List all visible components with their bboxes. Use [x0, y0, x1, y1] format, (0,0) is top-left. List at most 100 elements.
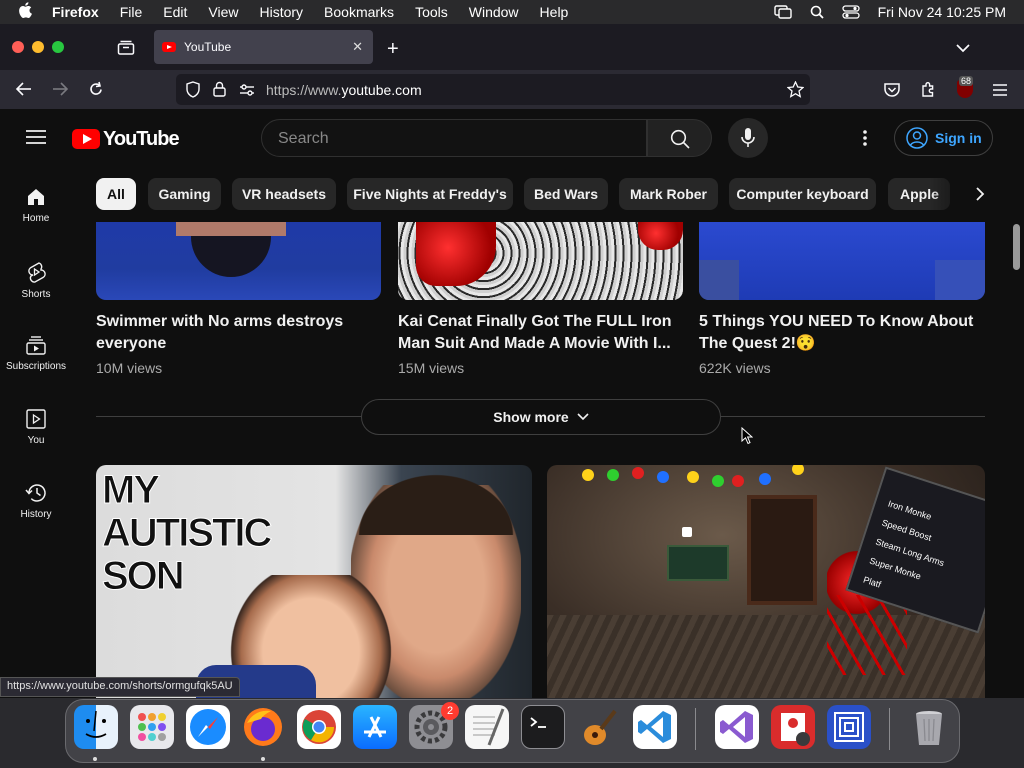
- menu-edit[interactable]: Edit: [163, 4, 187, 20]
- sidebar-item-subscriptions[interactable]: Subscriptions: [0, 335, 72, 372]
- dock-textedit-icon[interactable]: [465, 705, 509, 749]
- video-thumbnail[interactable]: Iron Monke Speed Boost Steam Long Arms S…: [547, 465, 985, 699]
- video-thumbnail[interactable]: MY AUTISTIC SON: [96, 465, 532, 699]
- dock-visual-studio-icon[interactable]: [715, 705, 759, 749]
- dock-chrome-icon[interactable]: [297, 705, 341, 749]
- dock-vscode-icon[interactable]: [633, 705, 677, 749]
- menu-file[interactable]: File: [120, 4, 143, 20]
- dock-launchpad-icon[interactable]: [130, 705, 174, 749]
- sidebar-item-history[interactable]: History: [0, 483, 72, 520]
- search-placeholder: Search: [278, 130, 329, 147]
- dock-app-store-icon[interactable]: [353, 705, 397, 749]
- dock-preview-icon[interactable]: [827, 705, 871, 749]
- tab-title: YouTube: [184, 40, 232, 54]
- mouse-cursor-icon: [741, 426, 754, 450]
- control-center-icon[interactable]: [841, 5, 860, 19]
- chip-five-nights[interactable]: Five Nights at Freddy's: [347, 178, 513, 210]
- chip-mark-rober[interactable]: Mark Rober: [619, 178, 718, 210]
- search-box[interactable]: Search: [261, 119, 647, 157]
- video-title[interactable]: Kai Cenat Finally Got The FULL Iron Man …: [398, 311, 672, 355]
- shorts-icon: [28, 262, 46, 283]
- video-thumbnail[interactable]: [96, 222, 381, 300]
- menu-tools[interactable]: Tools: [415, 4, 448, 20]
- tab-youtube[interactable]: YouTube ✕: [154, 30, 373, 64]
- dock-trash-icon[interactable]: [907, 705, 951, 749]
- voice-search-button[interactable]: [728, 118, 768, 158]
- tracking-shield-icon[interactable]: [186, 81, 200, 101]
- addon-badge: 68: [959, 76, 974, 86]
- chip-all[interactable]: All: [96, 178, 136, 210]
- sign-in-label: Sign in: [935, 130, 982, 146]
- screen-mirroring-icon[interactable]: [773, 5, 792, 19]
- settings-more-icon[interactable]: [863, 130, 867, 151]
- home-icon: [28, 189, 44, 205]
- tab-close-icon[interactable]: ✕: [352, 39, 363, 55]
- show-more-label: Show more: [493, 409, 569, 425]
- url-domain: youtube.com: [341, 82, 422, 98]
- url-text[interactable]: https://www.youtube.com: [266, 82, 422, 98]
- new-tab-button[interactable]: +: [387, 38, 399, 61]
- chips-fade: [930, 174, 1010, 214]
- pocket-icon[interactable]: [884, 82, 900, 102]
- youtube-logo[interactable]: YouTube: [72, 128, 180, 150]
- video-title[interactable]: 5 Things YOU NEED To Know About The Ques…: [699, 311, 973, 355]
- menu-bookmarks[interactable]: Bookmarks: [324, 4, 394, 20]
- youtube-play-logo-icon: [72, 129, 100, 149]
- sign-in-button[interactable]: Sign in: [894, 120, 993, 156]
- dock-garageband-icon[interactable]: [577, 705, 621, 749]
- reload-button[interactable]: [88, 81, 104, 102]
- window-minimize-button[interactable]: [32, 41, 44, 53]
- page-scrollbar-thumb[interactable]: [1013, 224, 1020, 270]
- video-title[interactable]: Swimmer with No arms destroys everyone: [96, 311, 343, 355]
- guide-menu-icon[interactable]: [26, 130, 46, 149]
- menu-view[interactable]: View: [208, 4, 238, 20]
- dock-finder-icon[interactable]: [74, 705, 118, 749]
- search-button[interactable]: [647, 119, 712, 157]
- app-menu-icon[interactable]: [993, 83, 1007, 101]
- dock-firefox-icon[interactable]: [241, 705, 285, 749]
- dock-settings-badge: 2: [441, 702, 459, 720]
- dock-photo-booth-icon[interactable]: [771, 705, 815, 749]
- menu-history[interactable]: History: [259, 4, 303, 20]
- menu-app-name[interactable]: Firefox: [52, 4, 99, 20]
- permissions-icon[interactable]: [239, 83, 255, 99]
- forward-button[interactable]: [52, 81, 69, 102]
- video-thumbnail[interactable]: [398, 222, 683, 300]
- sidebar-item-shorts[interactable]: Shorts: [0, 261, 72, 300]
- show-more-button[interactable]: Show more: [361, 399, 721, 435]
- video-title-line: 5 Things YOU NEED To Know About: [699, 313, 974, 330]
- apple-menu-icon[interactable]: [18, 1, 34, 23]
- dock-terminal-icon[interactable]: [521, 705, 565, 749]
- chip-computer-keyboard[interactable]: Computer keyboard: [729, 178, 876, 210]
- back-button[interactable]: [15, 81, 32, 102]
- youtube-page: YouTube Search Sign in Home Shorts Subsc…: [0, 109, 1024, 699]
- window-zoom-button[interactable]: [52, 41, 64, 53]
- tab-list-chevron-icon[interactable]: [956, 40, 970, 58]
- spotlight-search-icon[interactable]: [810, 5, 824, 19]
- sidebar-item-you[interactable]: You: [0, 409, 72, 446]
- history-icon: [25, 484, 46, 502]
- lock-icon[interactable]: [213, 81, 226, 100]
- chip-gaming[interactable]: Gaming: [148, 178, 221, 210]
- bookmark-star-icon[interactable]: [786, 80, 805, 101]
- video-thumbnail[interactable]: [699, 222, 985, 300]
- dock-running-indicator: [261, 757, 265, 761]
- tab-overview-icon[interactable]: [117, 39, 135, 60]
- chips-next-chevron-icon[interactable]: [976, 187, 985, 206]
- dock-safari-icon[interactable]: [186, 705, 230, 749]
- search-icon: [670, 129, 690, 149]
- menu-help[interactable]: Help: [540, 4, 569, 20]
- menu-clock[interactable]: Fri Nov 24 10:25 PM: [878, 4, 1006, 20]
- account-icon: [906, 127, 928, 149]
- video-title-line: Swimmer with No arms destroys: [96, 313, 344, 330]
- address-bar[interactable]: https://www.youtube.com: [176, 74, 810, 105]
- subscriptions-icon: [26, 336, 46, 355]
- chip-bed-wars[interactable]: Bed Wars: [524, 178, 608, 210]
- video-title-line: Man Suit And Made A Movie With I...: [398, 335, 671, 352]
- menu-window[interactable]: Window: [469, 4, 519, 20]
- extensions-icon[interactable]: [920, 81, 937, 103]
- macos-menu-bar: Firefox File Edit View History Bookmarks…: [0, 0, 1024, 24]
- chip-vr-headsets[interactable]: VR headsets: [232, 178, 336, 210]
- window-close-button[interactable]: [12, 41, 24, 53]
- sidebar-item-home[interactable]: Home: [0, 187, 72, 224]
